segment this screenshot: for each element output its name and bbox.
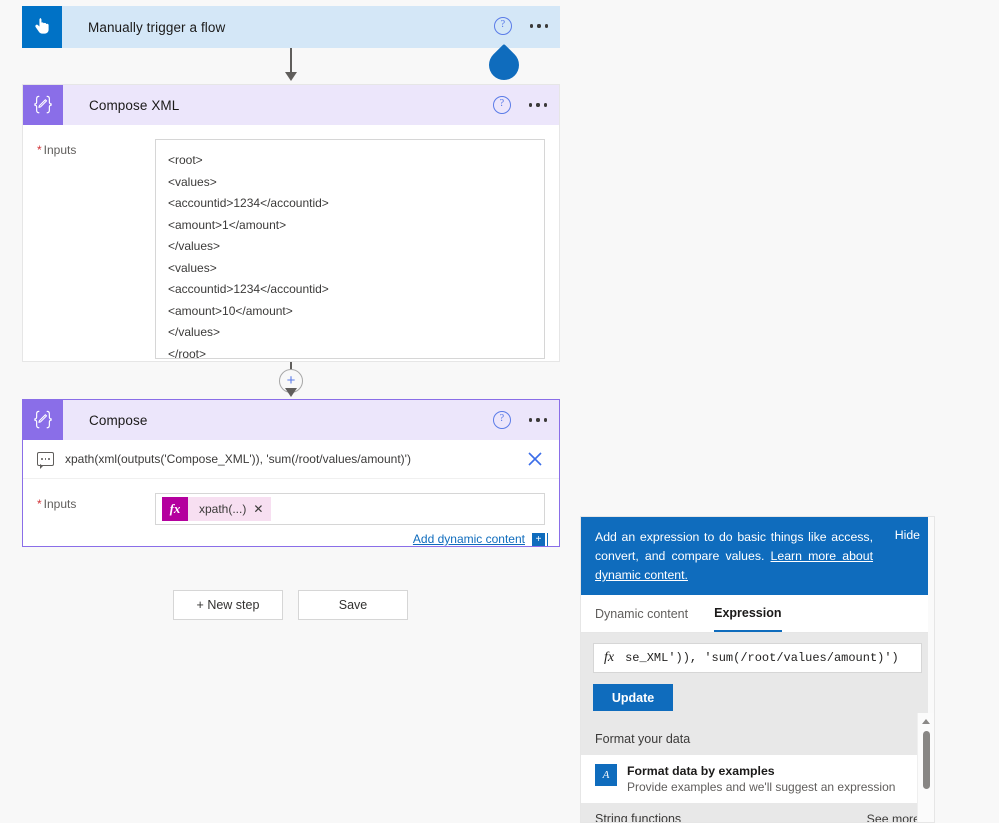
card-header-actions: ? (492, 85, 549, 125)
expression-input-value: se_XML')), 'sum(/root/values/amount)') (625, 651, 899, 665)
xml-line: <amount>1</amount> (168, 217, 287, 232)
inputs-field-row: * Inputs fx xpath(...) ✕ (23, 479, 559, 525)
inputs-field-row: * Inputs <root> <values> <accountid>1234</a… (23, 125, 559, 361)
token-remove-icon[interactable]: ✕ (253, 503, 271, 515)
inputs-label: * Inputs (37, 493, 155, 525)
tap-hand-icon (22, 6, 62, 48)
xml-line: </values> (168, 325, 221, 339)
list-item-format-data-by-examples[interactable]: A Format data by examples Provide exampl… (581, 755, 934, 803)
card-body: * Inputs <root> <values> <accountid>1234</a… (23, 125, 559, 361)
xml-line: <values> (168, 174, 217, 189)
expression-panel: Add an expression to do basic things lik… (580, 516, 935, 823)
card-title: Manually trigger a flow (88, 19, 226, 35)
more-menu-icon[interactable] (528, 18, 550, 33)
card-body: xpath(xml(outputs('Compose_XML')), 'sum(… (23, 440, 559, 546)
inputs-label: * Inputs (37, 139, 155, 359)
xml-line: <values> (168, 260, 217, 275)
help-icon[interactable]: ? (493, 17, 512, 35)
expression-token[interactable]: fx xpath(...) ✕ (162, 497, 272, 521)
xml-line: <root> (168, 153, 203, 167)
required-marker: * (37, 497, 42, 511)
fx-icon: fx (604, 650, 615, 665)
section-header-string-functions: String functions See more (581, 803, 934, 823)
pointer-teardrop-indicator (482, 43, 526, 87)
format-pen-icon: A (595, 764, 617, 786)
scroll-up-arrow-icon[interactable] (922, 719, 930, 724)
xml-inputs-textarea[interactable]: <root> <values> <accountid>1234</accountid… (155, 139, 545, 361)
new-step-button[interactable]: + New step (173, 590, 283, 620)
token-label: xpath(...) (199, 502, 247, 516)
panel-scrollbar[interactable] (917, 713, 934, 822)
banner-text: Add an expression to do basic things lik… (595, 528, 873, 585)
card-header[interactable]: Compose XML ? (23, 85, 559, 125)
card-title: Compose XML (89, 97, 180, 113)
section-see-more-link[interactable]: See more (867, 812, 920, 822)
card-header-actions: ? (492, 400, 549, 440)
card-header-actions: ? (493, 6, 550, 46)
add-dynamic-content-row: Add dynamic content + (23, 525, 559, 546)
card-header[interactable]: Compose ? (23, 400, 559, 440)
section-title: String functions (595, 812, 682, 823)
required-marker: * (37, 143, 42, 157)
card-header[interactable]: Manually trigger a flow ? (22, 6, 560, 48)
list-item-title: Format data by examples (627, 764, 775, 778)
expression-input[interactable]: fx se_XML')), 'sum(/root/values/amount)'… (593, 643, 922, 673)
xml-line: <accountid>1234</accountid> (168, 196, 329, 210)
flow-card-trigger[interactable]: Manually trigger a flow ? (22, 6, 560, 48)
inputs-label-text: Inputs (43, 497, 77, 511)
connector-arrow (285, 388, 297, 397)
connector-arrow (285, 72, 297, 81)
flow-card-compose[interactable]: Compose ? xpath(xml(outputs('Compose_XML… (22, 399, 560, 547)
hide-banner-button[interactable]: Hide (895, 528, 920, 542)
connector-line (290, 48, 292, 74)
more-menu-icon[interactable] (527, 97, 549, 112)
panel-edge (928, 517, 934, 713)
section-title: Format your data (595, 732, 691, 746)
fx-icon: fx (162, 497, 188, 521)
card-title: Compose (89, 412, 148, 428)
expression-preview-row: xpath(xml(outputs('Compose_XML')), 'sum(… (23, 440, 559, 479)
compose-braces-icon (23, 400, 63, 440)
expression-bubble-icon (37, 452, 54, 469)
inputs-label-text: Inputs (43, 143, 77, 157)
expression-preview-text: xpath(xml(outputs('Compose_XML')), 'sum(… (65, 452, 411, 466)
more-menu-icon[interactable] (527, 412, 549, 427)
add-dynamic-content-badge-icon[interactable]: + (532, 532, 548, 546)
scrollbar-thumb[interactable] (922, 731, 930, 789)
xml-line: <amount>10</amount> (168, 303, 293, 318)
xml-line: </values> (168, 239, 221, 253)
xml-line: <accountid>1234</accountid> (168, 282, 329, 296)
tab-expression[interactable]: Expression (714, 595, 782, 632)
flow-card-compose-xml[interactable]: Compose XML ? * Inputs <root> <values> <acc… (22, 84, 560, 362)
save-button[interactable]: Save (298, 590, 408, 620)
expression-editor-zone: fx se_XML')), 'sum(/root/values/amount)'… (581, 633, 934, 723)
tab-dynamic-content[interactable]: Dynamic content (595, 595, 688, 632)
add-dynamic-content-link[interactable]: Add dynamic content (413, 532, 525, 546)
close-icon[interactable] (525, 449, 545, 469)
inputs-token-field[interactable]: fx xpath(...) ✕ (155, 493, 545, 525)
flow-designer-canvas: Manually trigger a flow ? Compose XML ? (0, 0, 999, 823)
xml-line: </root> (168, 346, 207, 361)
compose-braces-icon (23, 85, 63, 125)
help-icon[interactable]: ? (492, 96, 511, 114)
help-icon[interactable]: ? (492, 411, 511, 429)
list-item-subtitle: Provide examples and we'll suggest an ex… (627, 780, 896, 794)
update-button[interactable]: Update (593, 684, 673, 711)
panel-tabs: Dynamic content Expression (581, 595, 934, 633)
panel-banner: Add an expression to do basic things lik… (581, 517, 934, 595)
section-header-format-your-data: Format your data (581, 723, 934, 755)
